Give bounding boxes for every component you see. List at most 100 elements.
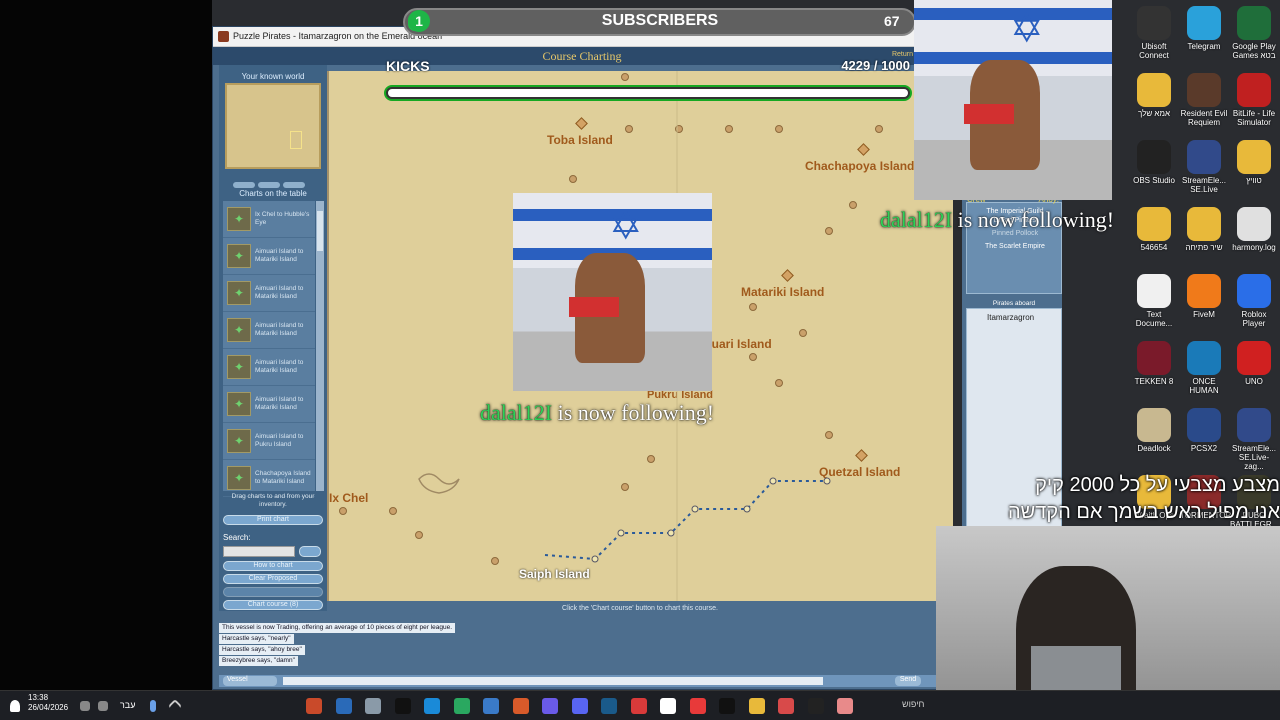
chart-scroll-icon[interactable]: ✦ (227, 392, 251, 416)
taskbar-app-icon[interactable] (306, 698, 322, 714)
taskbar-app-icon[interactable] (571, 698, 588, 714)
desktop-shortcut[interactable]: OBS Studio (1130, 140, 1178, 185)
taskbar-app-icon[interactable] (483, 698, 499, 714)
how-to-chart-button[interactable]: How to chart (223, 561, 323, 571)
app-icon[interactable] (1187, 6, 1221, 40)
taskbar-app-icon[interactable] (660, 698, 676, 714)
send-button[interactable]: Send (895, 676, 921, 686)
app-icon[interactable] (1187, 408, 1221, 442)
app-icon[interactable] (1137, 140, 1171, 174)
chart-item[interactable]: ✦ Ix Chel to Hubble's Eye (223, 201, 315, 238)
map-viewport-frame[interactable] (290, 131, 302, 149)
chart-item[interactable]: ✦ Aimuari Island to Matariki Island (223, 386, 315, 423)
center-icon[interactable] (258, 182, 280, 188)
chart-item[interactable]: ✦ Aimuari Island to Matariki Island (223, 349, 315, 386)
chart-item[interactable]: ✦ Aimuari Island to Pukru Island (223, 423, 315, 460)
app-icon[interactable] (1137, 73, 1171, 107)
chart-item[interactable]: ✦ Aimuari Island to Matariki Island (223, 312, 315, 349)
taskbar-search[interactable]: חיפוש (902, 699, 924, 709)
volume-icon[interactable] (80, 701, 90, 711)
app-icon[interactable] (1237, 341, 1271, 375)
app-icon[interactable] (1187, 140, 1221, 174)
chart-item[interactable]: ✦ Chachapoya Island to Matariki Island (223, 460, 315, 497)
chart-scroll-icon[interactable]: ✦ (227, 244, 251, 268)
desktop-shortcut[interactable]: אמא שלך (1130, 73, 1178, 118)
microphone-icon[interactable] (150, 700, 156, 712)
chat-input[interactable] (283, 677, 823, 685)
desktop-shortcut[interactable]: UNO (1230, 341, 1278, 386)
flag-name[interactable]: The Scarlet Empire (971, 242, 1059, 251)
next-icon[interactable] (283, 182, 305, 188)
taskbar-app-icon[interactable] (807, 698, 824, 714)
desktop-shortcut[interactable]: harmony.log (1230, 207, 1278, 252)
chart-scroll-icon[interactable]: ✦ (227, 281, 251, 305)
chart-scroll-icon[interactable]: ✦ (227, 318, 251, 342)
desktop-shortcut[interactable]: Roblox Player (1230, 274, 1278, 328)
chart-course-button[interactable]: Chart course (8) (223, 600, 323, 610)
taskbar-app-icon[interactable] (542, 698, 558, 714)
language-indicator[interactable]: עבר (120, 700, 135, 710)
app-icon[interactable] (1137, 341, 1171, 375)
desktop-shortcut[interactable]: TEKKEN 8 (1130, 341, 1178, 386)
chart-item[interactable]: ✦ Aimuari Island to Matariki Island (223, 238, 315, 275)
desktop-shortcut[interactable]: Ubisoft Connect (1130, 6, 1178, 60)
taskbar-app-icon[interactable] (689, 698, 706, 714)
desktop-shortcut[interactable]: 546654 (1130, 207, 1178, 252)
taskbar-app-icon[interactable] (365, 698, 381, 714)
desktop-shortcut[interactable]: Google Play Games בטא (1230, 6, 1278, 60)
desktop-shortcut[interactable]: PCSX2 (1180, 408, 1228, 453)
app-icon[interactable] (1187, 73, 1221, 107)
app-icon[interactable] (1187, 274, 1221, 308)
print-chart-button[interactable]: Print chart (223, 515, 323, 525)
taskbar-app-icon[interactable] (719, 698, 735, 714)
desktop-shortcut[interactable]: StreamEle... SE.Live-zag... (1230, 408, 1278, 471)
taskbar-app-icon[interactable] (630, 698, 647, 714)
app-icon[interactable] (1137, 207, 1171, 241)
taskbar-app-icon[interactable] (424, 698, 440, 714)
app-icon[interactable] (1237, 6, 1271, 40)
clock[interactable]: 13:38 26/04/2026 (28, 693, 68, 713)
pirate-entry[interactable]: Itamarzagron (987, 313, 1034, 322)
return-link[interactable]: Return (892, 51, 913, 58)
taskbar-app-icon[interactable] (335, 698, 352, 714)
taskbar-app-icon[interactable] (601, 698, 617, 714)
desktop-shortcut[interactable]: Telegram (1180, 6, 1228, 51)
scroll-thumb[interactable] (317, 211, 323, 251)
app-icon[interactable] (1237, 73, 1271, 107)
desktop-shortcut[interactable]: Deadlock (1130, 408, 1178, 453)
chart-scroll-icon[interactable]: ✦ (227, 207, 251, 231)
app-icon[interactable] (1137, 408, 1171, 442)
desktop-shortcut[interactable]: FiveM (1180, 274, 1228, 319)
desktop-shortcut[interactable]: StreamEle... SE.Live (1180, 140, 1228, 194)
desktop-shortcut[interactable]: טוויץ (1230, 140, 1278, 185)
chevron-up-icon[interactable] (167, 698, 183, 714)
taskbar-app-icon[interactable] (837, 698, 853, 714)
desktop-shortcut[interactable]: Resident Evil Requiem (1180, 73, 1228, 127)
desktop-shortcut[interactable]: Text Docume... (1130, 274, 1178, 328)
chart-scroll-icon[interactable]: ✦ (227, 429, 251, 453)
app-icon[interactable] (1237, 140, 1271, 174)
chart-scroll-icon[interactable]: ✦ (227, 466, 251, 490)
known-world-map[interactable] (225, 83, 321, 169)
network-icon[interactable] (98, 701, 108, 711)
app-icon[interactable] (1237, 274, 1271, 308)
desktop-shortcut[interactable]: BitLife - Life Simulator (1230, 73, 1278, 127)
app-icon[interactable] (1187, 207, 1221, 241)
search-input[interactable] (223, 546, 295, 557)
taskbar-app-icon[interactable] (394, 698, 411, 714)
search-button[interactable] (299, 546, 321, 557)
taskbar-app-icon[interactable] (778, 698, 794, 714)
app-icon[interactable] (1137, 274, 1171, 308)
desktop-shortcut[interactable]: שיר פתיחה (1180, 207, 1228, 252)
taskbar-app-icon[interactable] (512, 698, 529, 714)
map-nav-buttons[interactable] (233, 175, 313, 188)
app-icon[interactable] (1237, 207, 1271, 241)
app-icon[interactable] (1187, 341, 1221, 375)
app-icon[interactable] (1137, 6, 1171, 40)
chart-scroll-icon[interactable]: ✦ (227, 355, 251, 379)
weather-icon[interactable] (10, 700, 20, 712)
clear-proposed-button[interactable]: Clear Proposed (223, 574, 323, 584)
vessel-channel-button[interactable]: Vessel (223, 676, 277, 686)
taskbar-app-icon[interactable] (748, 698, 765, 714)
app-icon[interactable] (1237, 408, 1271, 442)
